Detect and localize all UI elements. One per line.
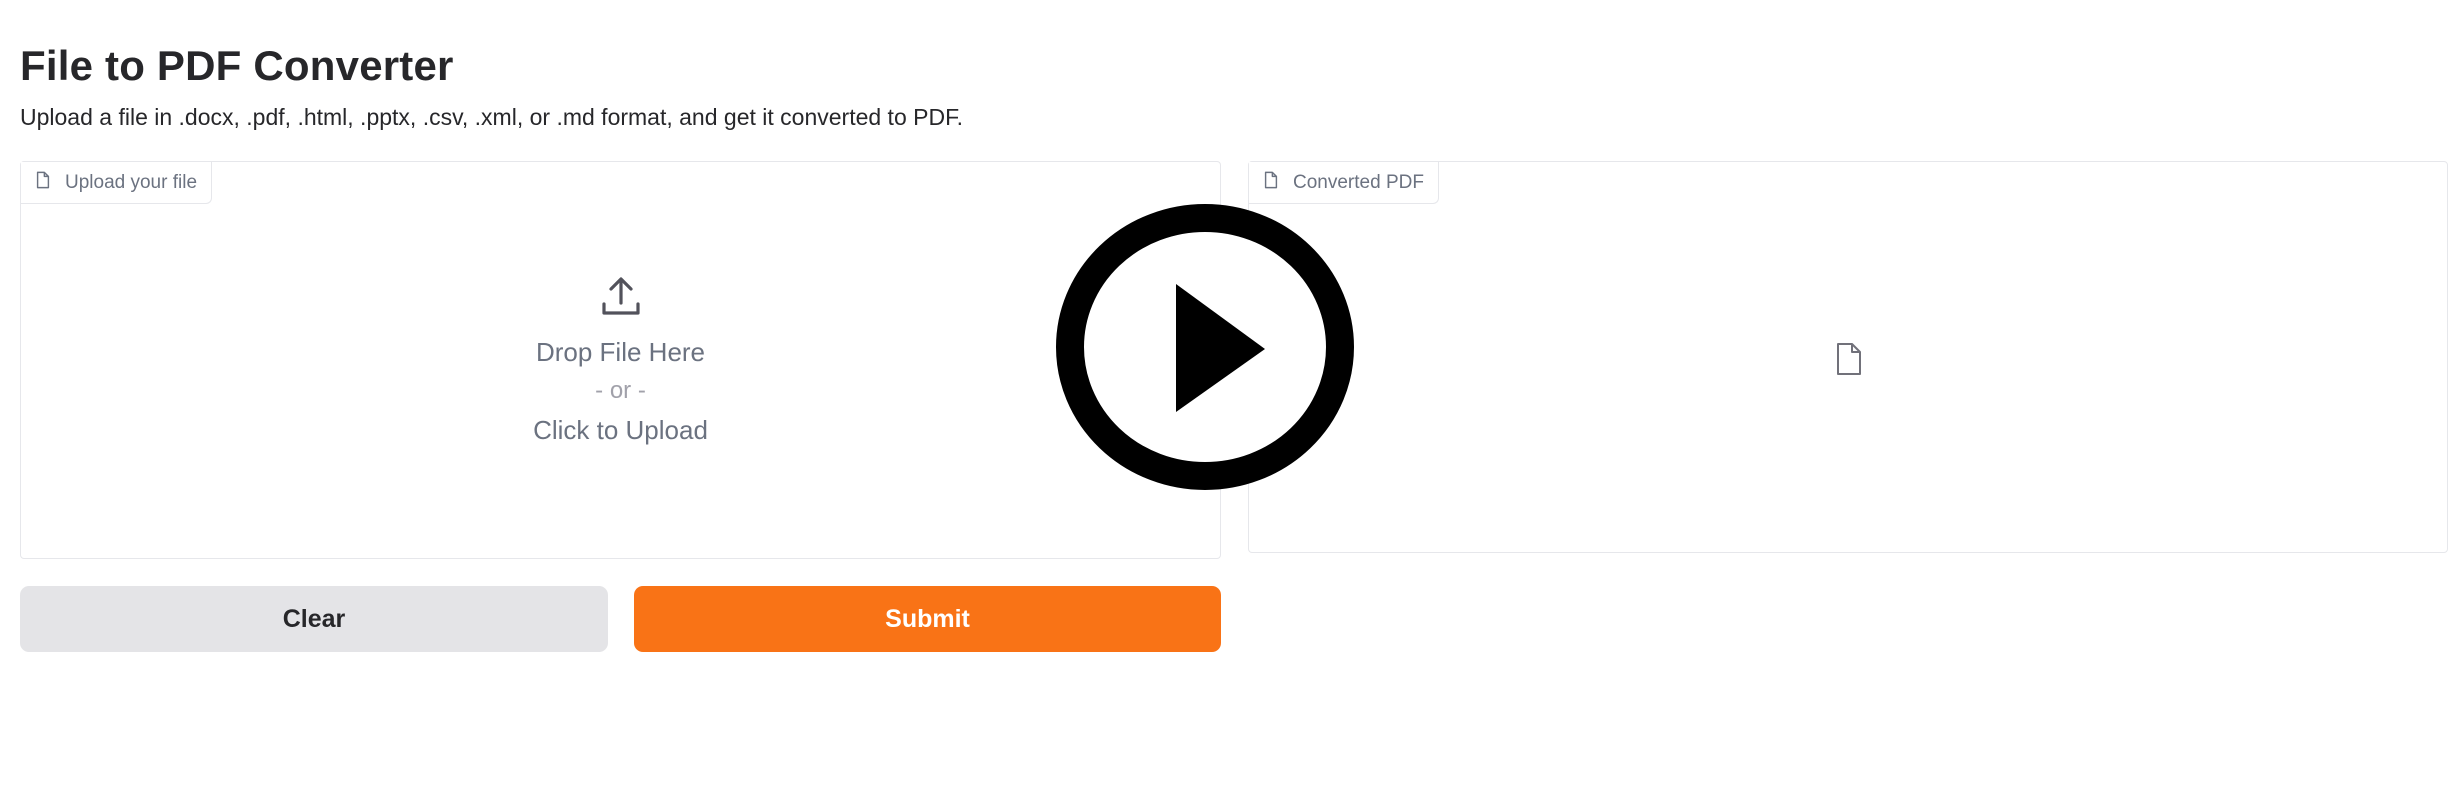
play-icon[interactable] [1056,204,1354,490]
output-panel: Converted PDF [1248,161,2448,553]
upload-icon [600,276,642,318]
output-panel-label: Converted PDF [1249,162,1439,204]
file-placeholder-icon [1834,342,1864,376]
output-panel-label-text: Converted PDF [1293,171,1424,193]
upload-panel: Upload your file Drop File Here - or - C… [20,161,1221,559]
file-icon [1263,171,1279,195]
submit-button[interactable]: Submit [634,586,1221,652]
or-separator-text: - or - [595,377,646,404]
click-to-upload-text: Click to Upload [533,415,708,445]
file-drop-zone[interactable]: Drop File Here - or - Click to Upload [21,204,1220,558]
upload-panel-label: Upload your file [21,162,213,204]
upload-panel-label-text: Upload your file [65,171,198,193]
page: File to PDF Converter Upload a file in .… [0,0,2453,810]
drop-file-text: Drop File Here [535,337,706,367]
clear-button[interactable]: Clear [20,586,608,652]
page-description: Upload a file in .docx, .pdf, .html, .pp… [20,104,963,130]
page-title: File to PDF Converter [20,42,454,90]
file-icon [35,171,51,195]
